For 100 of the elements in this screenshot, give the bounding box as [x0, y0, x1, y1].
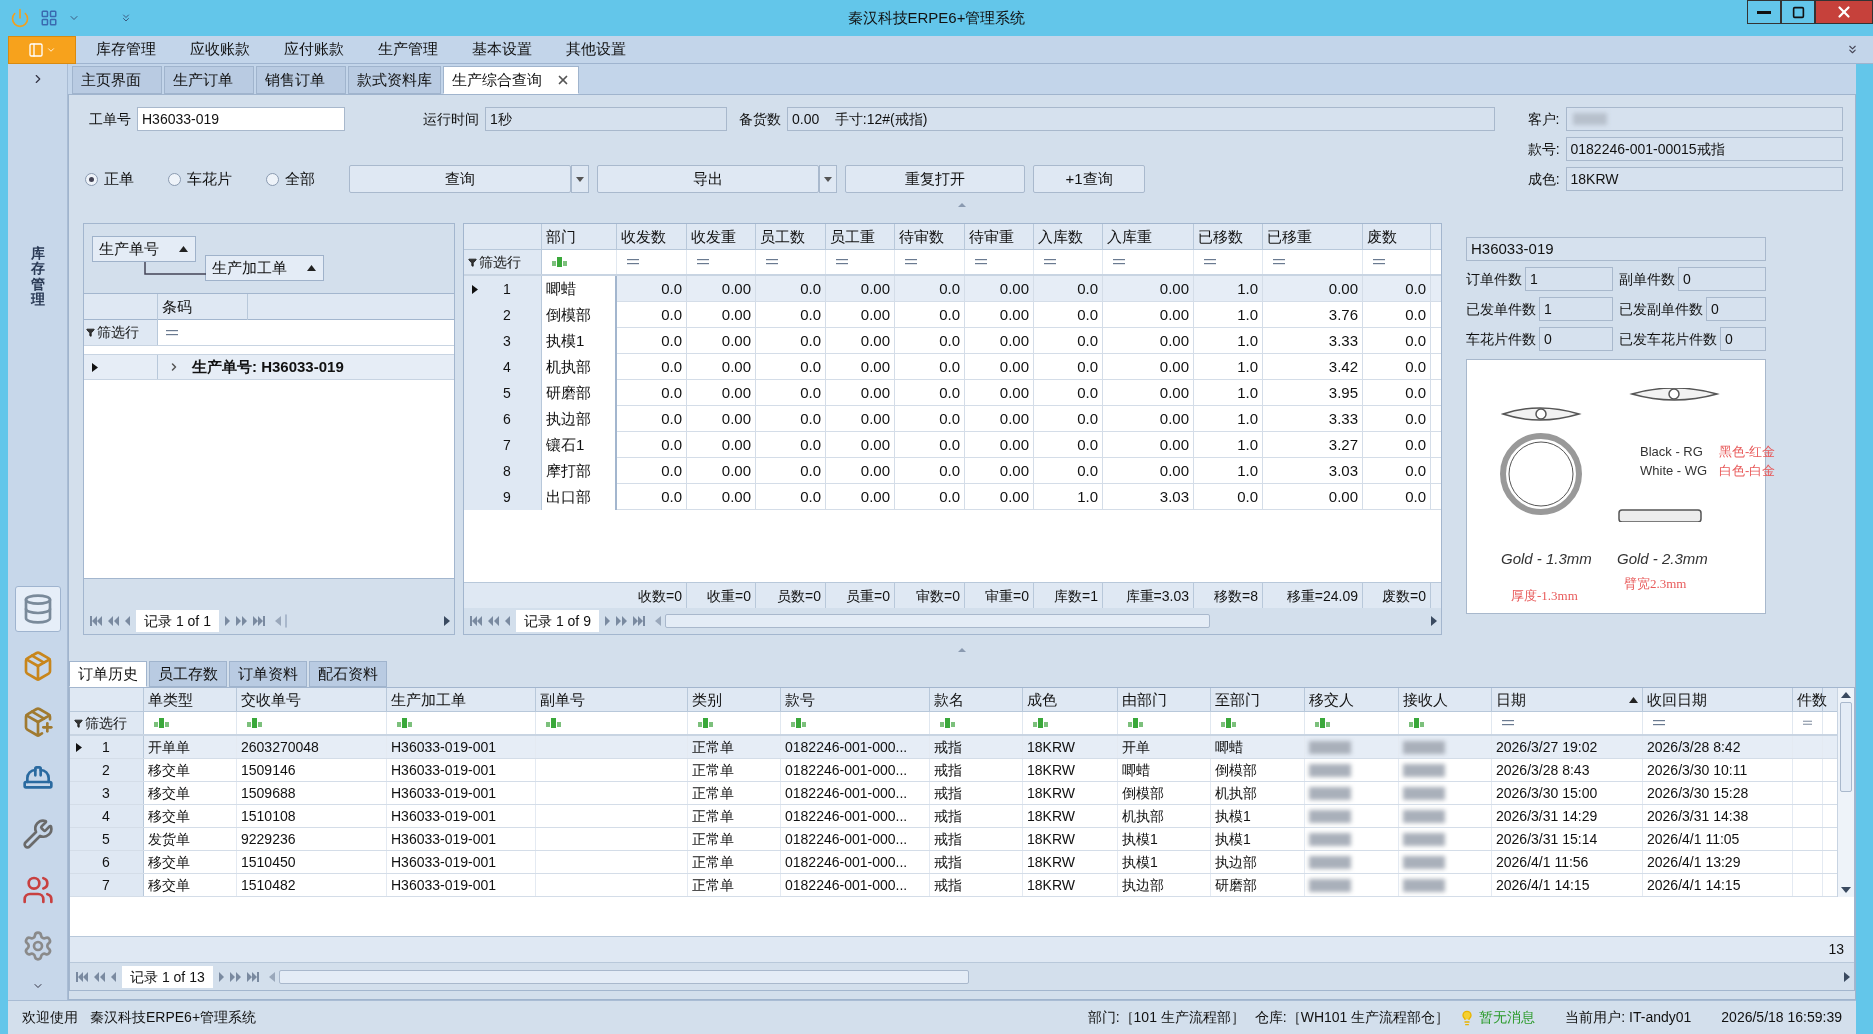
column-header[interactable]: 员工数	[756, 224, 826, 250]
scrollbar-thumb[interactable]	[284, 614, 287, 628]
scroll-right-icon[interactable]	[444, 616, 450, 626]
count-field[interactable]: 0	[1678, 267, 1766, 291]
scroll-right-icon[interactable]	[1431, 616, 1437, 626]
previous-icon[interactable]	[111, 971, 116, 982]
next-icon[interactable]	[224, 616, 230, 626]
table-row[interactable]: 5 发货单 9229236 H36033-019-001 正常单 0182246-001-000... 戒指 18KRW 执模1 执模1 2026/3/31 15:14 2026/4/1 11:05	[70, 828, 1837, 851]
column-header[interactable]: 单类型	[144, 688, 237, 712]
count-field[interactable]: 1	[1539, 297, 1613, 321]
table-row[interactable]: 9 出口部 0.0 0.00 0.0 0.00 0.0 0.00 1.0 3.03 0.0 0.00 0.0	[464, 484, 1441, 510]
next-icon[interactable]	[604, 616, 610, 626]
splitter-collapse-icon[interactable]	[958, 648, 966, 652]
column-header[interactable]: 收发数	[617, 224, 687, 250]
first-page-icon[interactable]	[76, 971, 88, 982]
section-tab[interactable]: 订单历史	[69, 661, 147, 687]
action-button[interactable]: +1查询	[1033, 165, 1145, 193]
splitter-collapse-icon[interactable]	[958, 203, 966, 207]
collapse-ribbon-icon[interactable]	[1846, 43, 1859, 56]
column-header[interactable]: 收发重	[687, 224, 756, 250]
scroll-left-icon[interactable]	[268, 971, 275, 982]
group-by-chip[interactable]: 生产单号	[92, 236, 196, 262]
column-header[interactable]: 移交人	[1305, 688, 1399, 712]
next-page-icon[interactable]	[615, 616, 627, 626]
section-tab[interactable]: 订单资料	[229, 661, 307, 687]
vertical-scrollbar[interactable]	[1837, 688, 1854, 897]
previous-page-icon[interactable]	[488, 616, 499, 626]
last-page-icon[interactable]	[252, 616, 265, 626]
menu-item[interactable]: 应收账款	[176, 38, 264, 61]
column-header[interactable]: 至部门	[1211, 688, 1305, 712]
table-row[interactable]: 2 移交单 1509146 H36033-019-001 正常单 0182246-001-000... 戒指 18KRW 唧蜡 倒模部 2026/3/28 8:43 2026/3/30 10:11	[70, 759, 1837, 782]
scroll-right-icon[interactable]	[1844, 971, 1850, 982]
radio-option[interactable]: 全部	[266, 167, 315, 191]
table-row[interactable]: 1 开单单 2603270048 H36033-019-001 正常单 0182246-001-000... 戒指 18KRW 开单 唧蜡 2026/3/27 19:02 2026/3/28 8:42	[70, 736, 1837, 759]
table-row[interactable]: 3 执模1 0.0 0.00 0.0 0.00 0.0 0.00 0.0 0.00 1.0 3.33 0.0	[464, 328, 1441, 354]
column-header[interactable]: 待审重	[965, 224, 1034, 250]
column-header[interactable]: 已移重	[1263, 224, 1363, 250]
close-button[interactable]	[1815, 0, 1873, 24]
scrollbar-thumb[interactable]	[278, 969, 969, 984]
group-by-chip[interactable]: 生产加工单	[205, 255, 324, 281]
next-icon[interactable]	[218, 971, 224, 982]
section-tab[interactable]: 配石资料	[309, 661, 387, 687]
menu-item[interactable]: 库存管理	[82, 38, 170, 61]
run-time-field[interactable]: 1秒	[485, 107, 727, 131]
document-tab[interactable]: 款式资料库	[348, 66, 441, 94]
scroll-down-icon[interactable]	[1841, 887, 1851, 893]
count-field[interactable]: 0	[1706, 297, 1766, 321]
column-header[interactable]: 废数	[1363, 224, 1431, 250]
maximize-button[interactable]	[1781, 0, 1815, 24]
column-header[interactable]: 已移数	[1194, 224, 1263, 250]
table-row[interactable]: 2 倒模部 0.0 0.00 0.0 0.00 0.0 0.00 0.0 0.00 1.0 3.76 0.0	[464, 302, 1441, 328]
style-number-field[interactable]: 0182246-001-00015戒指	[1565, 137, 1843, 161]
column-header[interactable]: 收回日期	[1643, 688, 1793, 712]
count-field[interactable]: 0	[1539, 327, 1613, 351]
close-tab-icon[interactable]	[556, 73, 570, 87]
table-row[interactable]: 4 机执部 0.0 0.00 0.0 0.00 0.0 0.00 0.0 0.00 1.0 3.42 0.0	[464, 354, 1441, 380]
last-page-icon[interactable]	[632, 616, 645, 626]
table-row[interactable]: 6 执边部 0.0 0.00 0.0 0.00 0.0 0.00 0.0 0.00 1.0 3.33 0.0	[464, 406, 1441, 432]
work-order-field[interactable]: H36033-019	[137, 107, 345, 131]
table-row[interactable]: 4 移交单 1510108 H36033-019-001 正常单 0182246-001-000... 戒指 18KRW 机执部 执模1 2026/3/31 14:29 2026/3/31 14:38	[70, 805, 1837, 828]
column-header[interactable]: 日期	[1492, 688, 1643, 712]
document-tab[interactable]: 销售订单	[256, 66, 346, 94]
column-header[interactable]: 入库重	[1103, 224, 1194, 250]
first-page-icon[interactable]	[470, 616, 482, 626]
menu-item[interactable]: 基本设置	[458, 38, 546, 61]
dropdown-button[interactable]	[571, 165, 589, 193]
app-menu-button[interactable]	[8, 35, 76, 64]
menu-item[interactable]: 应付账款	[270, 38, 358, 61]
users-icon[interactable]	[21, 874, 54, 906]
column-header[interactable]: 款名	[930, 688, 1023, 712]
radio-option[interactable]: 车花片	[168, 167, 232, 191]
document-tab[interactable]: 生产综合查询	[443, 66, 579, 94]
document-tab[interactable]: 生产订单	[164, 66, 254, 94]
dropdown-button[interactable]	[819, 165, 837, 193]
scroll-up-icon[interactable]	[1841, 692, 1851, 698]
stock-field[interactable]: 0.00 手寸:12#(戒指)	[787, 107, 1495, 131]
scroll-left-icon[interactable]	[654, 616, 661, 626]
next-page-icon[interactable]	[235, 616, 247, 626]
column-header[interactable]: 部门	[542, 224, 617, 250]
next-page-icon[interactable]	[229, 971, 241, 982]
column-header[interactable]: 待审数	[895, 224, 965, 250]
column-header[interactable]: 员工重	[826, 224, 895, 250]
document-tab[interactable]: 主页界面	[72, 66, 162, 94]
scroll-left-icon[interactable]	[274, 616, 281, 626]
column-header[interactable]: 由部门	[1118, 688, 1211, 712]
count-field[interactable]: 1	[1525, 267, 1613, 291]
radio-option[interactable]: 正单	[85, 167, 134, 191]
action-button[interactable]: 查询	[349, 165, 571, 193]
column-header[interactable]: 成色	[1023, 688, 1118, 712]
menu-item[interactable]: 其他设置	[552, 38, 640, 61]
action-button[interactable]: 导出	[597, 165, 819, 193]
column-header[interactable]: 款号	[781, 688, 930, 712]
table-row[interactable]: 5 研磨部 0.0 0.00 0.0 0.00 0.0 0.00 0.0 0.00 1.0 3.95 0.0	[464, 380, 1441, 406]
column-header[interactable]: 接收人	[1399, 688, 1492, 712]
menu-item[interactable]: 生产管理	[364, 38, 452, 61]
metal-grade-field[interactable]: 18KRW	[1565, 167, 1843, 191]
sort-ascending-icon[interactable]	[179, 246, 188, 252]
previous-icon[interactable]	[505, 616, 510, 626]
column-header[interactable]: 入库数	[1034, 224, 1103, 250]
column-header[interactable]: 类别	[688, 688, 781, 712]
